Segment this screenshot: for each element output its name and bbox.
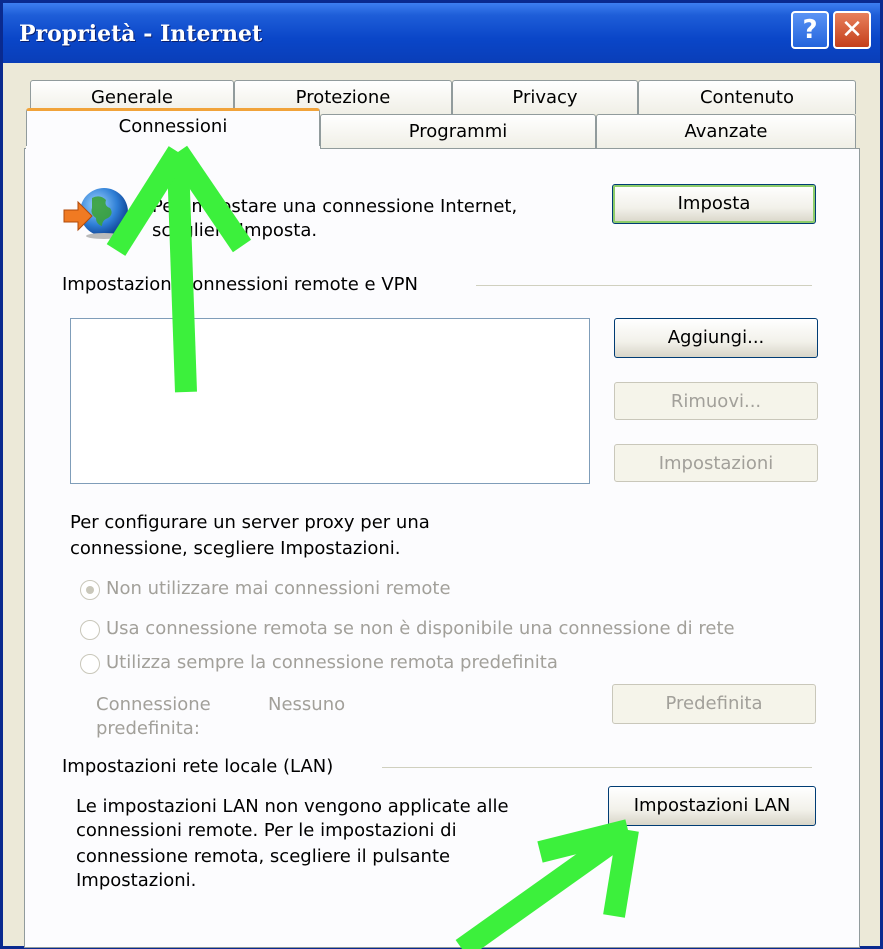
tab-programmi[interactable]: Programmi [320,114,596,148]
globe-with-arrow-icon [63,188,128,239]
lan-group-divider [382,767,812,768]
radio-always-dial[interactable] [80,654,100,674]
lan-group-label: Impostazioni rete locale (LAN) [62,756,334,777]
radio-dial-when-no-network-label: Usa connessione remota se non è disponib… [106,618,735,639]
setup-text-line2: scegliere Imposta. [152,220,318,241]
remote-group-label: Impostazioni connessioni remote e VPN [62,274,418,295]
radio-dial-when-no-network[interactable] [80,620,100,640]
tab-connessioni[interactable]: Connessioni [26,108,320,148]
proxy-text-line1: Per configurare un server proxy per una [70,512,430,533]
close-button[interactable]: ✕ [833,11,871,49]
radio-selected-dot [86,586,94,594]
radio-never-dial[interactable] [80,580,100,600]
radio-never-dial-label: Non utilizzare mai connessioni remote [106,578,451,599]
lan-text-line3: connessione remota, scegliere il pulsant… [76,846,451,867]
connections-listbox[interactable] [70,318,590,484]
lan-text-line2: connessioni remote. Per le impostazioni … [76,820,457,841]
default-connection-value: Nessuno [268,694,346,715]
remote-group-divider [476,285,812,286]
lan-settings-button[interactable]: Impostazioni LAN [608,786,816,826]
title-bar[interactable]: Proprietà - Internet ? ✕ [3,3,880,63]
lan-text-line1: Le impostazioni LAN non vengono applicat… [76,796,509,817]
aggiungi-button[interactable]: Aggiungi... [614,318,818,358]
default-connection-label-line1: Connessione [96,694,211,715]
lan-text-line4: Impostazioni. [76,870,197,891]
radio-always-dial-label: Utilizza sempre la connessione remota pr… [106,652,558,673]
help-button[interactable]: ? [791,11,829,49]
imposta-button[interactable]: Imposta [612,184,816,224]
active-tab-join [26,146,320,150]
proxy-text-line2: connessione, scegliere Impostazioni. [70,538,401,559]
tab-avanzate[interactable]: Avanzate [596,114,856,148]
predefinita-button[interactable]: Predefinita [612,684,816,724]
impostazioni-button[interactable]: Impostazioni [614,444,818,482]
setup-text-line1: Per impostare una connessione Internet, [152,196,518,217]
rimuovi-button[interactable]: Rimuovi... [614,382,818,420]
tab-privacy[interactable]: Privacy [452,80,638,114]
window-title: Proprietà - Internet [19,21,263,47]
tab-contenuto[interactable]: Contenuto [638,80,856,114]
default-connection-label-line2: predefinita: [96,718,200,739]
